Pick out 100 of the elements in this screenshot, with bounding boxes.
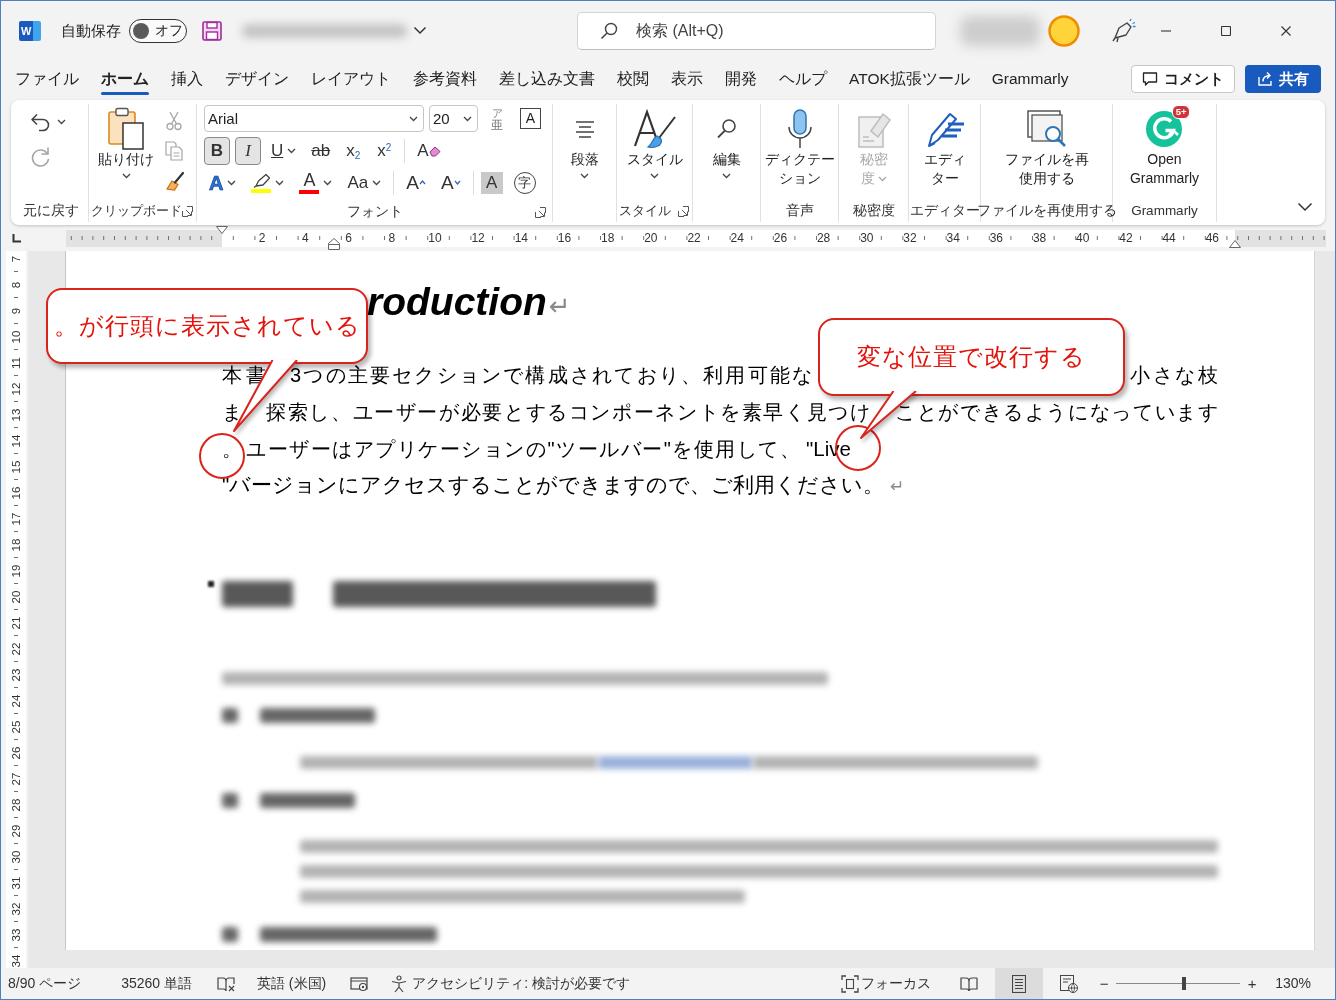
ruler-number: 34 (10, 954, 22, 968)
change-case-button[interactable]: Aa (342, 168, 387, 197)
print-layout-button[interactable] (995, 968, 1044, 999)
subscript-button[interactable]: x$_{2}$ (340, 136, 367, 165)
body-text: 。 (222, 436, 242, 461)
ribbon-tab[interactable]: レイアウト (300, 62, 402, 96)
ribbon-tab[interactable]: ATOK拡張ツール (838, 62, 981, 96)
search-field[interactable]: 検索 (Alt+Q) (577, 11, 936, 50)
ribbon-tab[interactable]: 校閲 (606, 62, 660, 96)
highlighter-icon (251, 172, 272, 188)
zoom-slider-thumb[interactable] (1182, 977, 1187, 990)
share-button[interactable]: 共有 (1245, 65, 1321, 93)
status-text[interactable]: 35260 単語 (121, 974, 192, 993)
accessibility-button[interactable]: アクセシビリティ: 検討が必要です (390, 974, 630, 993)
speech-bubble-icon (1142, 71, 1158, 87)
focus-button[interactable]: フォーカス (839, 974, 934, 993)
dialog-launcher-icon[interactable] (535, 206, 546, 218)
styles-button[interactable]: スタイル (623, 104, 686, 200)
ribbon-tab[interactable]: 差し込み文書 (488, 62, 606, 96)
zoom-out-button[interactable]: − (1095, 974, 1114, 993)
megaphone-icon[interactable] (1110, 17, 1136, 44)
ruler-number: 10 (428, 231, 442, 245)
ribbon-tab[interactable]: 開発 (714, 62, 768, 96)
zoom-in-button[interactable]: + (1243, 974, 1262, 993)
ruler-number: 10 (10, 330, 22, 344)
clear-formatting-button[interactable]: A (412, 136, 446, 165)
ruler-number: 24 (730, 231, 744, 245)
callout-text: 変な位置で改行する (857, 342, 1086, 372)
underline-button[interactable]: U (266, 136, 302, 165)
dictate-button[interactable]: ディクテー ション (761, 104, 838, 200)
paintbrush-icon (165, 171, 187, 191)
screen-icon[interactable] (350, 975, 369, 992)
blurred-text-block (222, 792, 238, 808)
ruler-number: 12 (10, 382, 22, 396)
letter-brush-icon (631, 108, 678, 150)
text-effects-button[interactable]: A (204, 168, 242, 197)
font-name-combo[interactable]: Arial (204, 105, 424, 133)
ruler-number: 31 (10, 876, 22, 890)
format-painter-button[interactable] (165, 170, 187, 192)
body-text: ことができるようになっています (895, 399, 1218, 424)
g-logo-icon (1144, 109, 1185, 149)
ruler-number: 16 (10, 486, 22, 500)
chevron-down-icon[interactable] (413, 26, 427, 35)
ribbon-tab[interactable]: ファイル (4, 62, 90, 96)
page-icon (1012, 974, 1027, 993)
font-size-combo[interactable]: 20 (429, 105, 478, 133)
hanging-indent-marker[interactable] (328, 238, 340, 250)
blurred-text-block (222, 580, 293, 607)
caret-icon (580, 173, 589, 179)
comment-button[interactable]: コメント (1131, 65, 1235, 93)
ruler-number: 27 (10, 772, 22, 786)
tab-stop-icon[interactable] (12, 233, 21, 243)
scissors-icon (165, 111, 183, 131)
phonetic-guide-button[interactable]: ア 亜 (491, 106, 503, 131)
character-shading-button[interactable]: A (480, 171, 503, 194)
copy-icon (165, 141, 183, 161)
undo-arrow-icon (29, 112, 51, 132)
character-border-button[interactable]: A (520, 108, 541, 130)
paragraph-button[interactable]: 段落 (567, 104, 602, 200)
shrink-font-button[interactable]: A (435, 168, 466, 197)
ruler-number: 28 (816, 231, 831, 245)
strikethrough-button[interactable]: ab (306, 136, 336, 165)
autosave-toggle[interactable]: オフ (129, 18, 187, 43)
group-label: フォント (346, 202, 403, 221)
toggle-knob (133, 22, 149, 39)
italic-button[interactable]: I (235, 136, 261, 165)
ruler-number: 8 (388, 231, 396, 245)
editor-button[interactable]: エディ ター (920, 104, 969, 200)
right-indent-marker[interactable] (1229, 240, 1241, 248)
caret-up-icon (418, 180, 426, 186)
body-text: ま (222, 399, 243, 424)
open-grammarly-button[interactable]: 5+ Open Grammarly (1126, 104, 1203, 200)
zoom-level-text[interactable]: 130% (1275, 974, 1311, 993)
grow-font-button[interactable]: A (401, 168, 431, 197)
chevron-down-icon[interactable] (1297, 202, 1313, 212)
ribbon-tab[interactable]: Grammarly (980, 62, 1080, 96)
ruler-number: 36 (989, 231, 1004, 245)
bold-button[interactable]: B (204, 136, 230, 165)
dialog-launcher-icon[interactable] (182, 205, 193, 217)
ribbon-tab[interactable]: 挿入 (160, 62, 214, 96)
status-text[interactable]: 英語 (米国) (256, 974, 327, 993)
focus-icon (841, 974, 860, 993)
ribbon-tab[interactable]: 表示 (660, 62, 714, 96)
ribbon-tab[interactable]: 参考資料 (402, 62, 488, 96)
ribbon-tab[interactable]: ヘルプ (768, 62, 838, 96)
caret-icon (409, 116, 418, 123)
font-color-button[interactable]: A (294, 168, 338, 197)
reuse-files-button[interactable]: ファイルを再 使用する (1001, 104, 1092, 200)
editing-button[interactable]: 編集 (709, 104, 744, 200)
book-x-icon[interactable] (216, 975, 235, 992)
ruler-number: 21 (10, 616, 22, 630)
ribbon-tab[interactable]: デザイン (214, 62, 300, 96)
status-text[interactable]: 8/90 ページ (8, 974, 82, 993)
ruler-number: 20 (10, 590, 22, 604)
microphone-icon (785, 109, 814, 149)
superscript-button[interactable]: x$^{2}$ (371, 136, 398, 165)
app-logo: W (19, 20, 41, 41)
dialog-launcher-icon[interactable] (678, 205, 689, 217)
ribbon-tab[interactable]: ホーム (90, 62, 160, 96)
paste-button[interactable]: 貼り付け (95, 104, 157, 200)
